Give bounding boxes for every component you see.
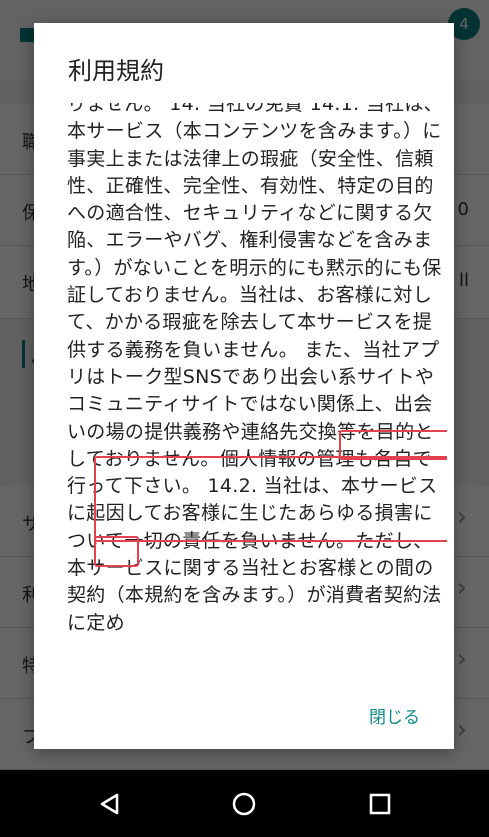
home-icon[interactable]	[230, 790, 258, 818]
back-icon[interactable]	[96, 790, 124, 818]
recent-apps-icon[interactable]	[366, 790, 394, 818]
terms-dialog: 利用規約 りません。 14. 当社の免責 14.1. 当社は、本サービス（本コン…	[34, 23, 454, 749]
terms-text: りません。 14. 当社の免責 14.1. 当社は、本サービス（本コンテンツを含…	[67, 103, 447, 637]
close-button[interactable]: 閉じる	[369, 703, 420, 728]
terms-scroll-area[interactable]: りません。 14. 当社の免責 14.1. 当社は、本サービス（本コンテンツを含…	[67, 103, 447, 701]
terms-text-after: 個人情報の管理も各自で行って下さい。 14.2. 当社は、本サービスに起因してお…	[67, 447, 442, 634]
navigation-bar	[0, 770, 489, 837]
dialog-title: 利用規約	[68, 57, 164, 85]
terms-text-before: りません。 14. 当社の免責 14.1. 当社は、本サービス（本コンテンツを含…	[67, 103, 443, 388]
